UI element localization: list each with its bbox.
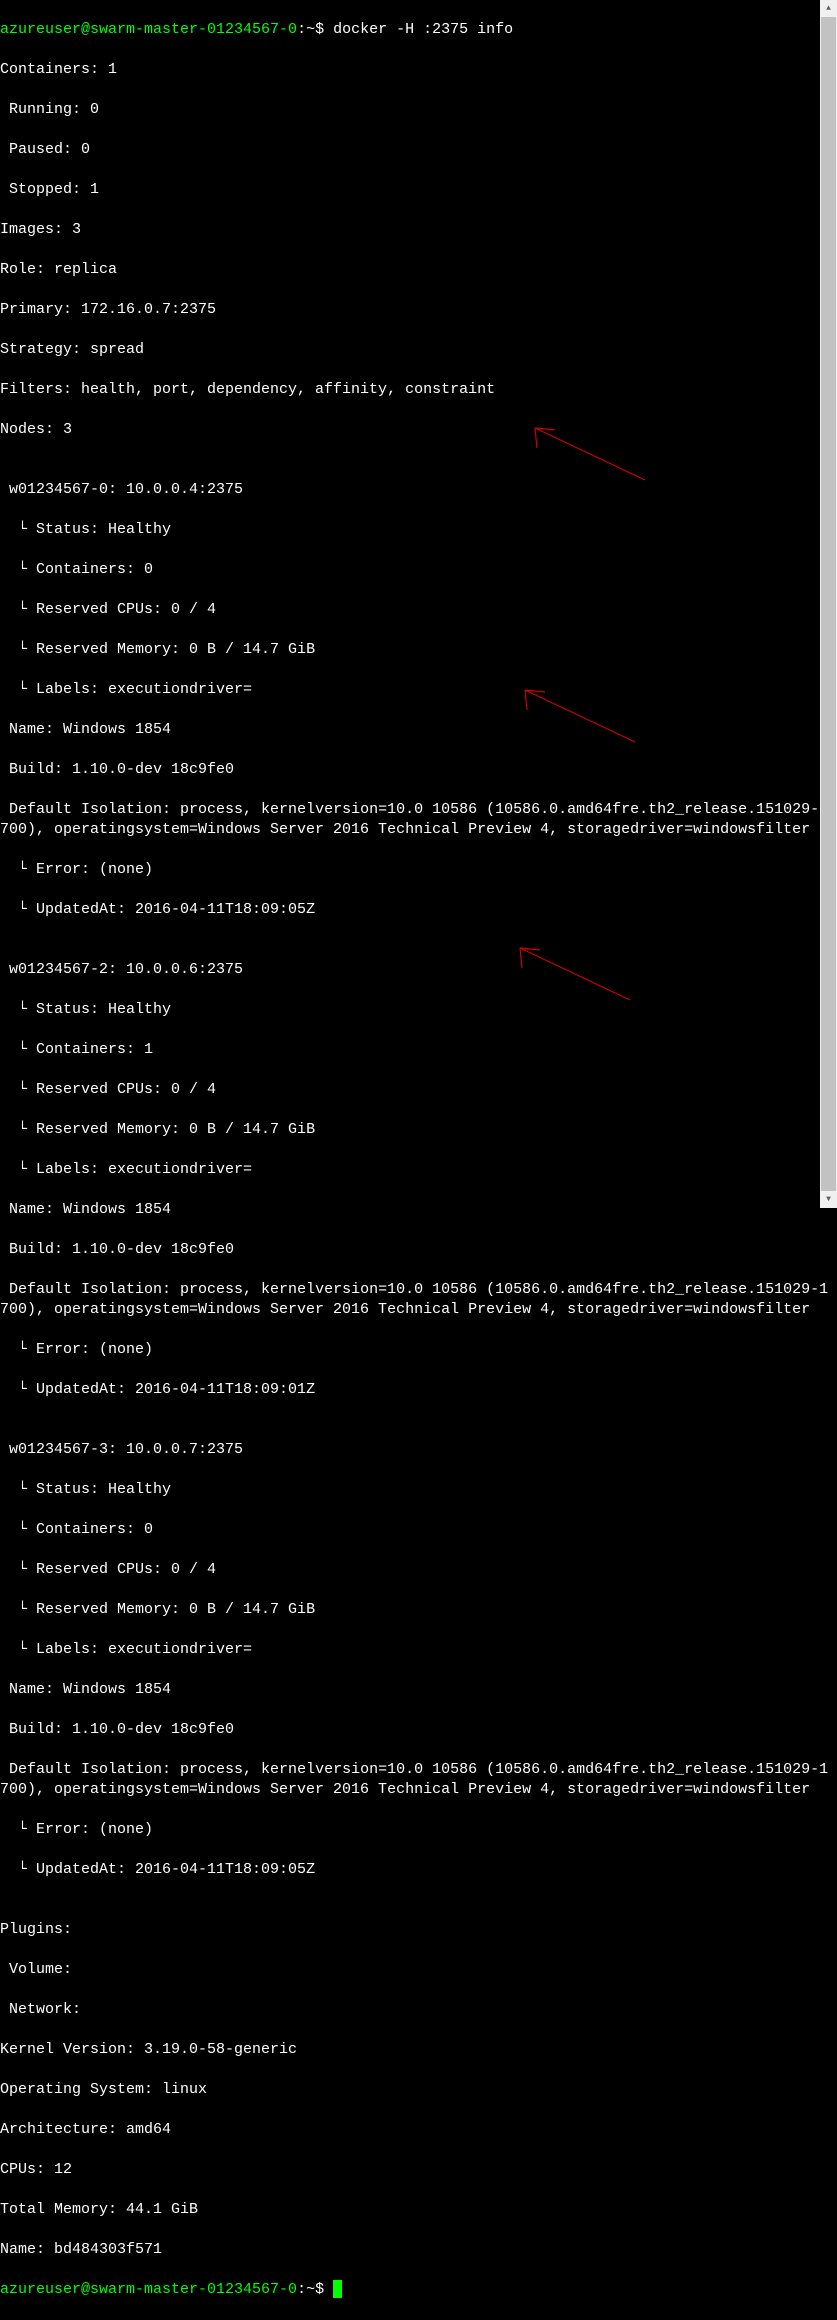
node2-isolation: Default Isolation: process, kernelversio… xyxy=(0,1280,837,1320)
output-os: Operating System: linux xyxy=(0,2080,837,2100)
node3-cpus: └ Reserved CPUs: 0 / 4 xyxy=(0,1560,837,1580)
node2-cpus: └ Reserved CPUs: 0 / 4 xyxy=(0,1080,837,1100)
node2-memory: └ Reserved Memory: 0 B / 14.7 GiB xyxy=(0,1120,837,1140)
prompt-user-host-2: azureuser@swarm-master-01234567-0 xyxy=(0,2281,297,2298)
prompt-line-2: azureuser@swarm-master-01234567-0:~$ xyxy=(0,2280,837,2300)
node1-build: Build: 1.10.0-dev 18c9fe0 xyxy=(0,760,837,780)
node2-updated: └ UpdatedAt: 2016-04-11T18:09:01Z xyxy=(0,1380,837,1400)
node3-build: Build: 1.10.0-dev 18c9fe0 xyxy=(0,1720,837,1740)
prompt-path-2: :~$ xyxy=(297,2281,333,2298)
node2-status: └ Status: Healthy xyxy=(0,1000,837,1020)
scroll-down-button[interactable]: ▼ xyxy=(820,1191,837,1208)
scrollbar-thumb[interactable] xyxy=(821,17,836,1191)
output-arch: Architecture: amd64 xyxy=(0,2120,837,2140)
terminal-output[interactable]: azureuser@swarm-master-01234567-0:~$ doc… xyxy=(0,0,837,2320)
cursor-icon xyxy=(333,2280,342,2298)
output-network: Network: xyxy=(0,2000,837,2020)
output-containers: Containers: 1 xyxy=(0,60,837,80)
node3-labels: └ Labels: executiondriver= xyxy=(0,1640,837,1660)
node1-containers: └ Containers: 0 xyxy=(0,560,837,580)
node3-title: w01234567-3: 10.0.0.7:2375 xyxy=(0,1440,837,1460)
output-memory: Total Memory: 44.1 GiB xyxy=(0,2200,837,2220)
output-running: Running: 0 xyxy=(0,100,837,120)
prompt-user-host: azureuser@swarm-master-01234567-0 xyxy=(0,21,297,38)
node3-error: └ Error: (none) xyxy=(0,1820,837,1840)
output-cpus: CPUs: 12 xyxy=(0,2160,837,2180)
node1-memory: └ Reserved Memory: 0 B / 14.7 GiB xyxy=(0,640,837,660)
node2-name: Name: Windows 1854 xyxy=(0,1200,837,1220)
node1-labels: └ Labels: executiondriver= xyxy=(0,680,837,700)
output-paused: Paused: 0 xyxy=(0,140,837,160)
node2-title: w01234567-2: 10.0.0.6:2375 xyxy=(0,960,837,980)
output-stopped: Stopped: 1 xyxy=(0,180,837,200)
node2-labels: └ Labels: executiondriver= xyxy=(0,1160,837,1180)
output-filters: Filters: health, port, dependency, affin… xyxy=(0,380,837,400)
prompt-line-1: azureuser@swarm-master-01234567-0:~$ doc… xyxy=(0,20,837,40)
scroll-up-button[interactable]: ▲ xyxy=(820,0,837,17)
node2-build: Build: 1.10.0-dev 18c9fe0 xyxy=(0,1240,837,1260)
node1-error: └ Error: (none) xyxy=(0,860,837,880)
node2-error: └ Error: (none) xyxy=(0,1340,837,1360)
prompt-path: :~$ xyxy=(297,21,333,38)
node3-status: └ Status: Healthy xyxy=(0,1480,837,1500)
node1-status: └ Status: Healthy xyxy=(0,520,837,540)
node3-name: Name: Windows 1854 xyxy=(0,1680,837,1700)
node3-containers: └ Containers: 0 xyxy=(0,1520,837,1540)
node1-isolation: Default Isolation: process, kernelversio… xyxy=(0,800,837,840)
node1-name: Name: Windows 1854 xyxy=(0,720,837,740)
output-plugins: Plugins: xyxy=(0,1920,837,1940)
output-name: Name: bd484303f571 xyxy=(0,2240,837,2260)
output-strategy: Strategy: spread xyxy=(0,340,837,360)
command-text: docker -H :2375 info xyxy=(333,21,513,38)
node3-isolation: Default Isolation: process, kernelversio… xyxy=(0,1760,837,1800)
node1-updated: └ UpdatedAt: 2016-04-11T18:09:05Z xyxy=(0,900,837,920)
node1-cpus: └ Reserved CPUs: 0 / 4 xyxy=(0,600,837,620)
node2-containers: └ Containers: 1 xyxy=(0,1040,837,1060)
output-nodes: Nodes: 3 xyxy=(0,420,837,440)
output-primary: Primary: 172.16.0.7:2375 xyxy=(0,300,837,320)
vertical-scrollbar[interactable]: ▲ ▼ xyxy=(820,0,837,1208)
output-images: Images: 3 xyxy=(0,220,837,240)
node3-updated: └ UpdatedAt: 2016-04-11T18:09:05Z xyxy=(0,1860,837,1880)
output-role: Role: replica xyxy=(0,260,837,280)
output-volume: Volume: xyxy=(0,1960,837,1980)
node1-title: w01234567-0: 10.0.0.4:2375 xyxy=(0,480,837,500)
node3-memory: └ Reserved Memory: 0 B / 14.7 GiB xyxy=(0,1600,837,1620)
output-kernel: Kernel Version: 3.19.0-58-generic xyxy=(0,2040,837,2060)
